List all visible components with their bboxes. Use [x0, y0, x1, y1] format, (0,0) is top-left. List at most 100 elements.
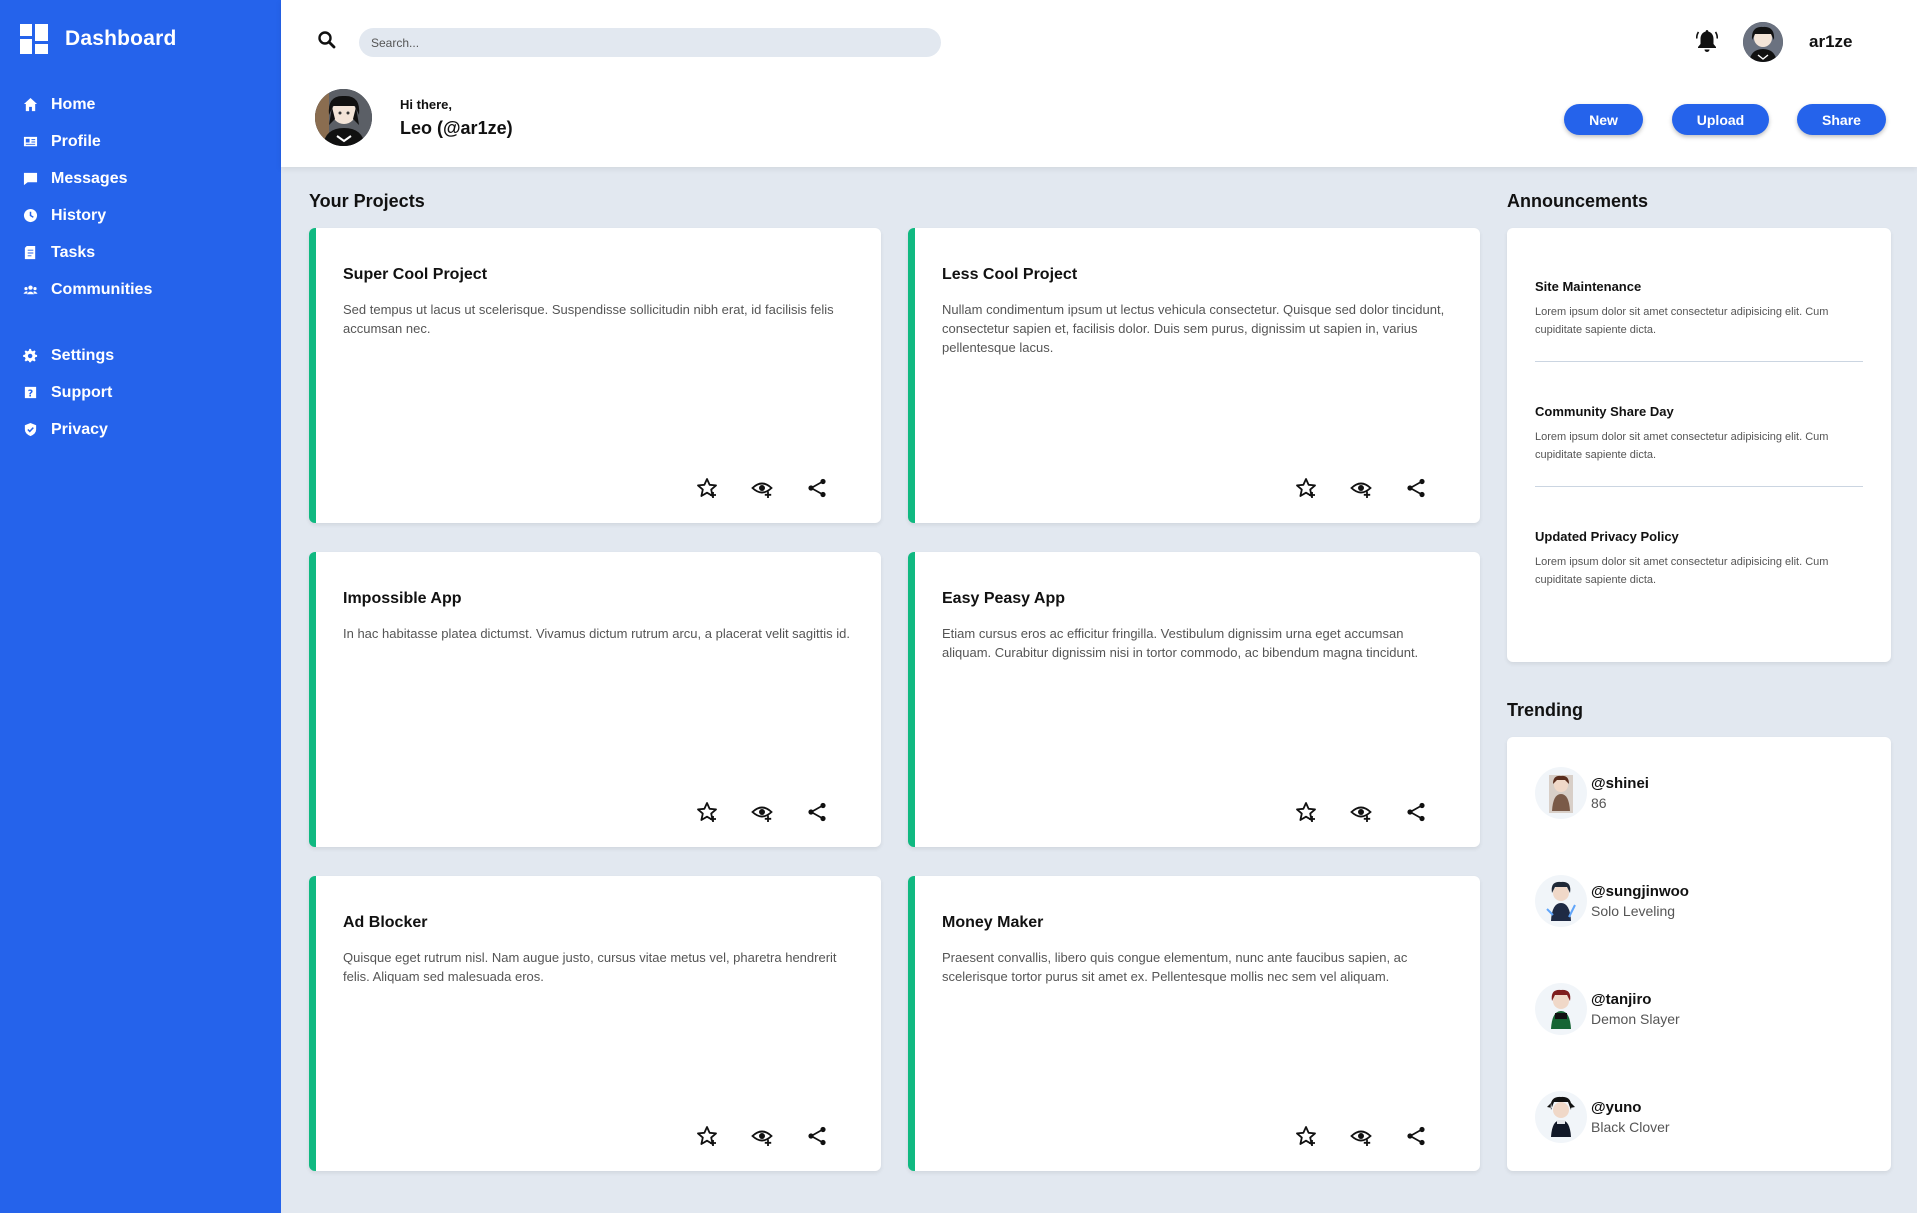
search-icon[interactable]	[317, 30, 337, 50]
project-card[interactable]: Super Cool Project Sed tempus ut lacus ut…	[309, 228, 881, 523]
announcement-text: Lorem ipsum dolor sit amet consectetur a…	[1535, 431, 1829, 461]
project-description: Praesent convallis, libero quis congue e…	[942, 950, 1408, 984]
announcement-item[interactable]: Updated Privacy Policy Lorem ipsum dolor…	[1535, 529, 1863, 589]
project-title: Ad Blocker	[343, 914, 428, 931]
sidebar-item-history[interactable]: History	[22, 197, 152, 234]
share-icon[interactable]	[1405, 477, 1427, 499]
sidebar-item-label: Messages	[51, 169, 128, 187]
display-name: Leo (@ar1ze)	[400, 118, 513, 138]
new-button[interactable]: New	[1564, 104, 1643, 135]
project-title: Super Cool Project	[343, 266, 488, 283]
sidebar-item-messages[interactable]: Messages	[22, 160, 152, 197]
trending-subtitle: 86	[1591, 795, 1607, 811]
sidebar-item-label: Communities	[51, 280, 153, 298]
divider	[1535, 486, 1863, 487]
username[interactable]: ar1ze	[1809, 32, 1852, 52]
svg-text:?: ?	[27, 388, 32, 399]
project-description: Sed tempus ut lacus ut scelerisque. Susp…	[343, 302, 834, 336]
clipboard-icon	[22, 245, 38, 261]
brand[interactable]: Dashboard	[20, 24, 177, 54]
favorite-icon[interactable]	[696, 477, 718, 499]
search-input[interactable]	[359, 28, 941, 57]
bell-icon[interactable]	[1695, 28, 1719, 54]
announcement-item[interactable]: Community Share Day Lorem ipsum dolor si…	[1535, 404, 1863, 464]
project-description: Etiam cursus eros ac efficitur fringilla…	[942, 626, 1419, 660]
watch-icon[interactable]	[751, 477, 773, 499]
sidebar-item-communities[interactable]: Communities	[22, 271, 152, 308]
secondary-nav: Settings ? Support Privacy	[22, 337, 114, 448]
trending-item[interactable]: @tanjiro Demon Slayer	[1535, 983, 1680, 1035]
project-title: Impossible App	[343, 590, 462, 607]
brand-title: Dashboard	[65, 27, 177, 50]
favorite-icon[interactable]	[1295, 801, 1317, 823]
share-icon[interactable]	[1405, 801, 1427, 823]
trending-title: Trending	[1507, 700, 1583, 720]
clock-icon	[22, 208, 38, 224]
project-actions	[1295, 1125, 1460, 1147]
watch-icon[interactable]	[751, 1125, 773, 1147]
announcements-panel: Site Maintenance Lorem ipsum dolor sit a…	[1507, 228, 1891, 662]
sidebar-item-label: History	[51, 206, 107, 224]
sidebar-item-label: Privacy	[51, 420, 108, 438]
sidebar-item-settings[interactable]: Settings	[22, 337, 114, 374]
trending-handle: @yuno	[1591, 1099, 1642, 1116]
trending-handle: @shinei	[1591, 775, 1649, 792]
sidebar-item-tasks[interactable]: Tasks	[22, 234, 152, 271]
sidebar-item-label: Settings	[51, 346, 115, 364]
sidebar-item-home[interactable]: Home	[22, 86, 152, 123]
upload-button[interactable]: Upload	[1672, 104, 1769, 135]
project-actions	[696, 477, 861, 499]
projects-title: Your Projects	[309, 191, 425, 211]
share-icon[interactable]	[1405, 1125, 1427, 1147]
favorite-icon[interactable]	[696, 1125, 718, 1147]
announcement-title: Updated Privacy Policy	[1535, 529, 1679, 544]
primary-nav: Home Profile Messages History Tasks Comm…	[22, 86, 152, 308]
watch-icon[interactable]	[1350, 801, 1372, 823]
project-actions	[696, 1125, 861, 1147]
avatar[interactable]	[1743, 22, 1783, 62]
trending-subtitle: Black Clover	[1591, 1119, 1670, 1135]
project-card[interactable]: Impossible App In hac habitasse platea di…	[309, 552, 881, 847]
project-description: In hac habitasse platea dictumst. Vivamu…	[343, 626, 850, 641]
trending-item[interactable]: @yuno Black Clover	[1535, 1091, 1670, 1143]
dashboard-grid-icon	[20, 24, 48, 54]
sidebar-item-label: Profile	[51, 132, 101, 150]
message-icon	[22, 171, 38, 187]
sidebar-item-privacy[interactable]: Privacy	[22, 411, 114, 448]
project-title: Money Maker	[942, 914, 1044, 931]
greeting: Hi there,	[400, 97, 453, 112]
share-icon[interactable]	[806, 477, 828, 499]
project-card[interactable]: Money Maker Praesent convallis, libero qu…	[908, 876, 1480, 1171]
project-card[interactable]: Easy Peasy App Etiam cursus eros ac effic…	[908, 552, 1480, 847]
trending-avatar	[1535, 875, 1587, 927]
favorite-icon[interactable]	[696, 801, 718, 823]
sidebar: Dashboard Home Profile Messages History …	[0, 0, 281, 1213]
sidebar-item-label: Tasks	[51, 243, 96, 261]
sidebar-item-support[interactable]: ? Support	[22, 374, 114, 411]
trending-item[interactable]: @sungjinwoo Solo Leveling	[1535, 875, 1689, 927]
trending-avatar	[1535, 983, 1587, 1035]
share-button[interactable]: Share	[1797, 104, 1886, 135]
project-actions	[1295, 801, 1460, 823]
announcement-item[interactable]: Site Maintenance Lorem ipsum dolor sit a…	[1535, 279, 1863, 339]
announcement-title: Community Share Day	[1535, 404, 1674, 419]
share-icon[interactable]	[806, 801, 828, 823]
favorite-icon[interactable]	[1295, 1125, 1317, 1147]
home-icon	[22, 97, 38, 113]
sidebar-item-profile[interactable]: Profile	[22, 123, 152, 160]
project-card[interactable]: Ad Blocker Quisque eget rutrum nisl. Nam …	[309, 876, 881, 1171]
watch-icon[interactable]	[1350, 477, 1372, 499]
project-card[interactable]: Less Cool Project Nullam condimentum ipsu…	[908, 228, 1480, 523]
announcements-title: Announcements	[1507, 191, 1649, 211]
project-actions	[696, 801, 861, 823]
watch-icon[interactable]	[1350, 1125, 1372, 1147]
project-actions	[1295, 477, 1460, 499]
share-icon[interactable]	[806, 1125, 828, 1147]
watch-icon[interactable]	[751, 801, 773, 823]
trending-avatar	[1535, 767, 1587, 819]
favorite-icon[interactable]	[1295, 477, 1317, 499]
group-icon	[22, 282, 38, 298]
gear-icon	[22, 348, 38, 364]
trending-item[interactable]: @shinei 86	[1535, 767, 1649, 819]
profile-avatar	[315, 89, 372, 146]
